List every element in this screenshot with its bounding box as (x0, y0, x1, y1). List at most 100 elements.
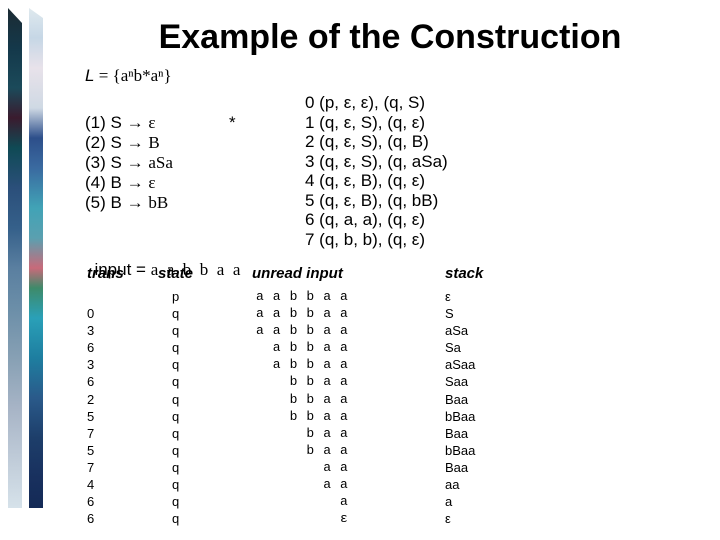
trans-cell: 6 (87, 494, 95, 510)
stack-cell: Saa (445, 374, 469, 390)
trans-cell: 6 (87, 374, 95, 390)
rule-lhs: S (110, 153, 122, 172)
rule-rhs: ε (148, 173, 156, 192)
slide-title: Example of the Construction (158, 18, 622, 56)
grammar-rule: (3) S → aSa (85, 153, 173, 173)
stack-cell: Baa (445, 425, 469, 441)
state-cell: q (172, 391, 180, 407)
rule-arrow: → (126, 193, 144, 212)
rule-lhs: B (110, 193, 122, 212)
stack-cell: aa (445, 477, 460, 493)
state-cell: p (172, 289, 180, 304)
unread-input-cell: ε (256, 511, 349, 527)
trans-cell: 3 (87, 323, 95, 339)
state-cell: q (172, 374, 180, 390)
stack-cell: ε (445, 289, 451, 304)
unread-input-cell: a a b b a a (256, 323, 349, 339)
header-trans: trans (87, 265, 124, 282)
transition-item: 5 (q, ε, B), (q, bB) (305, 190, 439, 210)
trans-cell: 5 (87, 408, 95, 424)
trans-cell: 5 (87, 442, 95, 458)
state-cell: q (172, 408, 180, 424)
stack-cell: bBaa (445, 408, 476, 424)
state-cell: q (172, 494, 180, 510)
rule-rhs: ε (148, 113, 156, 132)
rule-arrow: → (126, 173, 144, 192)
column-state: pqqqqqqqqqqqqq (172, 288, 179, 527)
star-marker: * (229, 113, 236, 132)
column-unread-input: a a b b a aa a b b a aa a b b a a a b b … (256, 288, 348, 527)
state-cell: q (172, 477, 180, 493)
grammar-rule: (1) S → ε (85, 113, 173, 133)
trans-cell: 6 (87, 340, 95, 356)
stack-cell: ε (445, 511, 451, 527)
header-unread-input: unread input (252, 265, 343, 282)
trans-cell: 4 (87, 477, 95, 493)
stack-cell: bBaa (445, 442, 476, 458)
grammar-rule: (4) B → ε (85, 173, 173, 193)
rule-lhs: B (110, 173, 122, 192)
column-trans: 0363625757466 (87, 288, 94, 527)
rule-arrow: → (126, 113, 144, 132)
unread-input-cell: b a a (256, 425, 349, 441)
transition-item: 0 (p, ε, ε), (q, S) (305, 93, 426, 112)
stack-cell: S (445, 306, 454, 322)
state-cell: q (172, 459, 180, 475)
decorative-strip-left (8, 8, 22, 508)
transition-item: 4 (q, ε, B), (q, ε) (305, 171, 426, 190)
rule-arrow: → (126, 153, 144, 172)
state-cell: q (172, 442, 180, 458)
header-stack: stack (445, 265, 484, 282)
state-cell: q (172, 425, 180, 441)
column-stack: ε SaSa Sa aSaa Saa Baa bBaa Baa bBaa Baa aa a ε (445, 288, 475, 527)
rule-number: (2) (85, 133, 106, 152)
unread-input-cell: a (256, 494, 349, 510)
language-set: = {aⁿb*aⁿ} (94, 66, 172, 85)
rule-number: (5) (85, 193, 106, 212)
trans-cell: 6 (87, 511, 95, 527)
language-definition: L = {aⁿb*aⁿ} (85, 66, 172, 86)
transition-item: 3 (q, ε, S), (q, aSa) (305, 151, 448, 171)
unread-input-cell: a b b a a (256, 357, 349, 373)
unread-input-cell: a a (256, 459, 349, 475)
state-cell: q (172, 357, 180, 373)
stack-cell: a (445, 494, 453, 510)
trans-cell: 2 (87, 391, 95, 407)
grammar-rule: (2) S → B (85, 133, 173, 153)
unread-input-cell: a a (256, 477, 349, 493)
rule-rhs: bB (148, 193, 169, 212)
trans-cell: 7 (87, 459, 95, 475)
state-cell: q (172, 340, 180, 356)
rule-rhs: B (148, 133, 160, 152)
trans-cell: 7 (87, 425, 95, 441)
unread-input-cell: b b a a (256, 408, 349, 424)
state-cell: q (172, 306, 180, 322)
unread-input-cell: b b a a (256, 374, 349, 390)
stack-cell: Baa (445, 391, 469, 407)
unread-input-cell: a a b b a a (256, 289, 349, 304)
stack-cell: Sa (445, 340, 461, 356)
grammar-rule: (5) B → bB (85, 193, 173, 213)
rule-number: (1) (85, 113, 106, 132)
state-cell: q (172, 511, 180, 527)
rule-lhs: S (110, 113, 122, 132)
transition-item: 7 (q, b, b), (q, ε) (305, 229, 426, 249)
unread-input-cell: a b b a a (256, 340, 349, 356)
transition-item: 1 (q, ε, S), (q, ε) (305, 112, 426, 132)
grammar-rules: (1) S → ε (2) S → B (3) S → aSa (4) B → ε (5… (85, 113, 173, 213)
rule-number: (3) (85, 153, 106, 172)
unread-input-cell: b a a (256, 442, 349, 458)
transition-item: 6 (q, a, a), (q, ε) (305, 210, 426, 229)
transition-list: 0 (p, ε, ε), (q, S) 1 (q, ε, S), (q, ε) 2 … (305, 93, 448, 249)
rule-arrow: → (126, 133, 144, 152)
rule-rhs: aSa (148, 153, 173, 172)
rule-lhs: S (110, 133, 122, 152)
unread-input-cell: b b a a (256, 391, 349, 407)
trans-cell (87, 288, 94, 305)
header-state: state (158, 265, 194, 282)
stack-cell: aSaa (445, 357, 476, 373)
trans-cell: 0 (87, 306, 95, 322)
transition-item: 2 (q, ε, S), (q, B) (305, 132, 429, 151)
stack-cell: aSa (445, 323, 469, 339)
decorative-strip-right (29, 8, 43, 508)
